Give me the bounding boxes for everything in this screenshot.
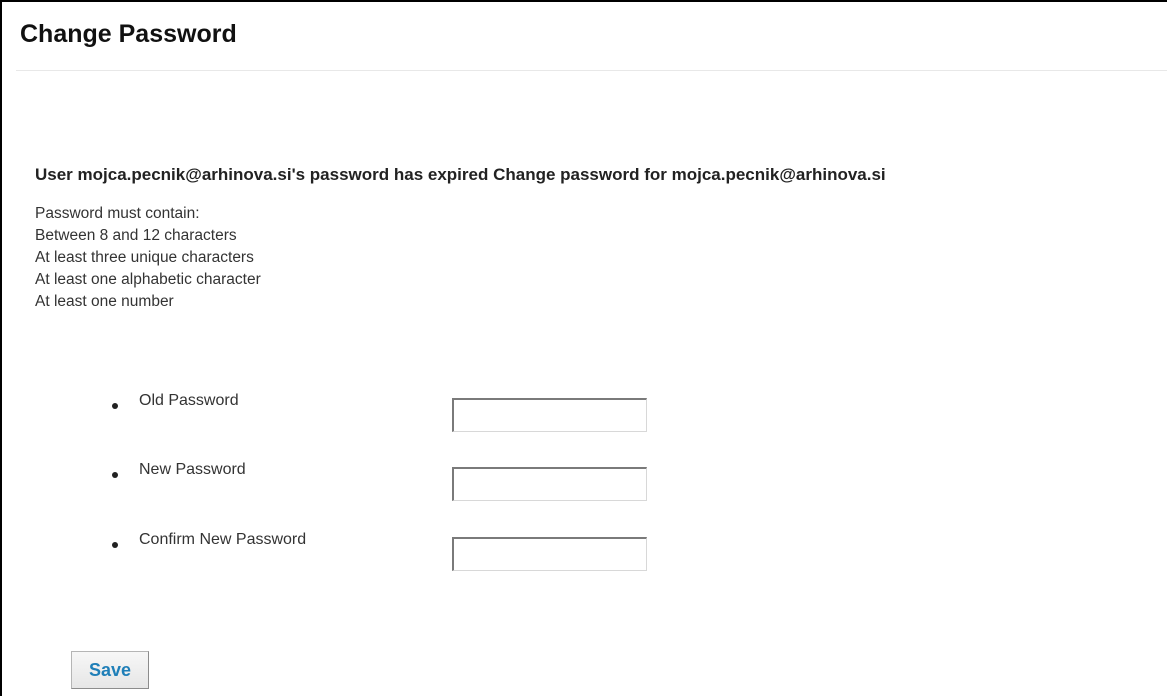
new-password-label: New Password	[139, 461, 246, 478]
password-rule-item: Between 8 and 12 characters	[35, 227, 237, 244]
bullet-icon	[112, 403, 118, 409]
old-password-input[interactable]	[452, 398, 647, 432]
password-rules-heading: Password must contain:	[35, 205, 200, 222]
page-frame: Change Password User mojca.pecnik@arhino…	[0, 0, 1167, 696]
bullet-icon	[112, 472, 118, 478]
new-password-row: New Password	[2, 460, 702, 504]
password-expired-message: User mojca.pecnik@arhinova.si's password…	[35, 165, 886, 184]
confirm-password-label: Confirm New Password	[139, 531, 307, 548]
new-password-input[interactable]	[452, 467, 647, 501]
confirm-password-row: Confirm New Password	[2, 530, 702, 574]
password-rules: Password must contain: Between 8 and 12 …	[35, 203, 261, 313]
password-rule-item: At least three unique characters	[35, 249, 254, 266]
password-rule-item: At least one number	[35, 293, 174, 310]
confirm-password-input[interactable]	[452, 537, 647, 571]
password-rule-item: At least one alphabetic character	[35, 271, 261, 288]
page-title: Change Password	[20, 20, 237, 48]
old-password-label: Old Password	[139, 392, 239, 409]
bullet-icon	[112, 542, 118, 548]
save-button[interactable]: Save	[71, 651, 149, 689]
title-divider	[16, 70, 1167, 71]
old-password-row: Old Password	[2, 391, 702, 435]
